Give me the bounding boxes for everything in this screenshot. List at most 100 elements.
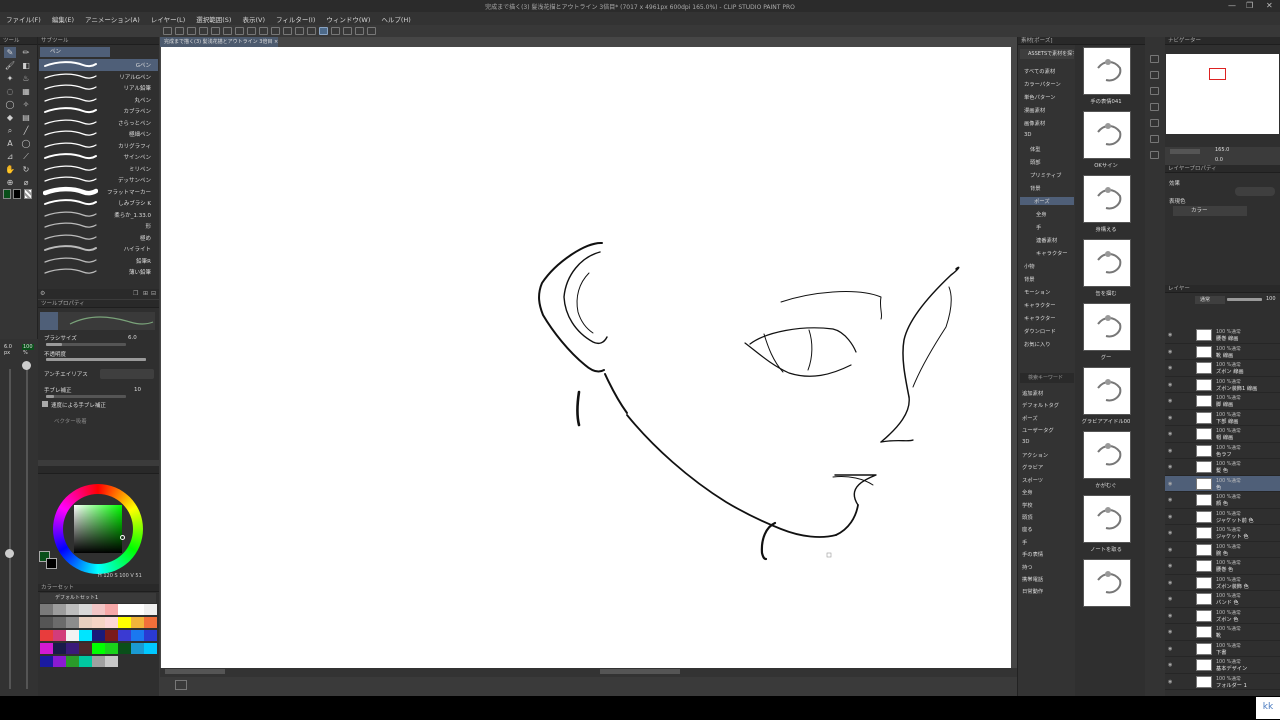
visibility-eye-icon[interactable]: ◉	[1168, 332, 1172, 338]
minimize-icon[interactable]: —	[1228, 1, 1236, 10]
color-swatch[interactable]	[79, 656, 92, 667]
material-tag[interactable]: 追加素材	[1022, 389, 1043, 397]
decoration-tool-icon[interactable]: ✦	[4, 73, 16, 84]
material-tree-item[interactable]: キャラクター	[1024, 314, 1056, 322]
opacity-slider-handle[interactable]	[22, 361, 31, 370]
brush-item[interactable]: ハイライト	[39, 243, 158, 255]
material-tree-item[interactable]: 漫画素材	[1024, 106, 1045, 114]
stabilization-value[interactable]: 10	[134, 387, 141, 393]
material-tree-item[interactable]: お気に入り	[1024, 340, 1051, 348]
brush-item[interactable]: 薄い鉛筆	[39, 266, 158, 278]
layer-row[interactable]: ◉ 100 %通常顔 色	[1165, 492, 1280, 509]
material-tag[interactable]: スポーツ	[1022, 476, 1043, 484]
visibility-eye-icon[interactable]: ◉	[1168, 365, 1172, 371]
color-swatch[interactable]	[118, 617, 131, 628]
color-swatch[interactable]	[118, 643, 131, 654]
material-tag[interactable]: 日常動作	[1022, 587, 1043, 595]
zoom-tool-icon[interactable]: ⌕	[4, 125, 16, 136]
material-tree-item[interactable]: 単色パターン	[1024, 93, 1056, 101]
brush-item[interactable]: 極め	[39, 232, 158, 244]
brush-item[interactable]: カリグラフィ	[39, 140, 158, 152]
color-swatch[interactable]	[131, 604, 144, 615]
brush-size-value[interactable]: 6.0	[128, 335, 137, 341]
menu-edit[interactable]: 編集(E)	[52, 14, 74, 24]
rotation-value[interactable]: 0.0	[1215, 157, 1223, 163]
eyedropper-tool-icon[interactable]: ⌀	[20, 177, 32, 188]
stabilization-bar[interactable]	[46, 395, 126, 398]
visibility-eye-icon[interactable]: ◉	[1168, 415, 1172, 421]
visibility-eye-icon[interactable]: ◉	[1168, 563, 1172, 569]
sub-color-swatch[interactable]	[13, 189, 21, 199]
filter-icon[interactable]	[1150, 135, 1159, 143]
visibility-eye-icon[interactable]: ◉	[1168, 596, 1172, 602]
material-tree-item[interactable]: ダウンロード	[1024, 327, 1056, 335]
new-file-icon[interactable]	[175, 27, 184, 35]
layer-row[interactable]: ◉ 100 %通常 ズボン装飾1 線画	[1165, 377, 1280, 393]
material-tree-item[interactable]: キャラクター	[1024, 301, 1056, 309]
pose-thumbnail[interactable]	[1083, 431, 1131, 479]
snap-ruler-icon[interactable]	[319, 27, 328, 35]
info-icon[interactable]	[1150, 151, 1159, 159]
paste-material-icon[interactable]	[1150, 55, 1159, 63]
color-swatch[interactable]	[40, 643, 53, 654]
figure-tool-icon[interactable]: ╱	[20, 125, 32, 136]
text-tool-icon[interactable]: A	[4, 138, 16, 149]
view-frame[interactable]	[1209, 68, 1226, 80]
zoom-slider[interactable]	[165, 669, 225, 674]
menu-help[interactable]: ヘルプ(H)	[381, 14, 410, 24]
material-tree-item[interactable]: 連番素材	[1036, 236, 1057, 244]
visibility-eye-icon[interactable]: ◉	[1168, 514, 1172, 520]
color-swatch[interactable]	[79, 617, 92, 628]
color-swatch[interactable]	[144, 617, 157, 628]
material-tree-item[interactable]: プリミティブ	[1030, 171, 1061, 179]
brush-item[interactable]: カブラペン	[39, 105, 158, 117]
pose-thumbnail[interactable]	[1083, 239, 1131, 287]
magic-wand-tool-icon[interactable]: ✧	[20, 99, 32, 110]
horizontal-scrollbar[interactable]	[600, 669, 680, 674]
layer-row[interactable]: ◉ 100 %通常帽 線画	[1165, 426, 1280, 443]
close-icon[interactable]: ✕	[1266, 1, 1273, 10]
phone-icon[interactable]	[355, 27, 364, 35]
color-swatch[interactable]	[79, 604, 92, 615]
brush-size-slider[interactable]	[9, 369, 11, 689]
color-swatch[interactable]	[144, 630, 157, 641]
material-tree-item[interactable]: 背景	[1024, 275, 1035, 283]
balloon-tool-icon[interactable]: ◯	[20, 138, 32, 149]
brush-item[interactable]: しみブラシ K	[39, 197, 158, 209]
color-swatch[interactable]	[118, 604, 131, 615]
selection-tool-icon[interactable]: ◯	[4, 99, 16, 110]
layer-row[interactable]: ◉ 100 %通常靴	[1165, 624, 1280, 641]
color-swatch[interactable]	[131, 643, 144, 654]
brush-item[interactable]: 丸ペン	[39, 94, 158, 106]
brush-item[interactable]: 柔らか_1.33.0	[39, 209, 158, 221]
color-picker-cursor[interactable]	[120, 535, 125, 540]
layer-opacity-bar[interactable]	[1227, 298, 1262, 301]
redo-icon[interactable]	[235, 27, 244, 35]
keyword-search-input[interactable]: 検索キーワード	[1020, 373, 1074, 383]
material-tag[interactable]: 座る	[1022, 525, 1033, 533]
visibility-eye-icon[interactable]: ◉	[1168, 481, 1172, 487]
brush-size-slider-handle[interactable]	[5, 549, 14, 558]
visibility-eye-icon[interactable]: ◉	[1168, 398, 1172, 404]
zoom-thumb-icon[interactable]	[1150, 103, 1159, 111]
material-tag[interactable]: ポーズ	[1022, 414, 1038, 422]
layer-row[interactable]: ◉ 100 %通常 バンド 色	[1165, 591, 1280, 608]
color-swatch[interactable]	[53, 630, 66, 641]
menu-file[interactable]: ファイル(F)	[6, 14, 41, 24]
layer-row[interactable]: ◉ 100 %通常 基本デザイン	[1165, 657, 1280, 674]
pencil-tool-icon[interactable]: ✏	[20, 47, 32, 58]
layer-row[interactable]: ◉ 100 %通常 下部 線画	[1165, 410, 1280, 426]
color-swatch[interactable]	[66, 656, 79, 667]
color-swatch[interactable]	[92, 630, 105, 641]
visibility-eye-icon[interactable]: ◉	[1168, 613, 1172, 619]
home-icon[interactable]	[163, 27, 172, 35]
subtool-settings-icon[interactable]: ⚙	[40, 290, 45, 297]
view-thumb-icon[interactable]	[1150, 87, 1159, 95]
material-tree-item[interactable]: 全身	[1036, 210, 1047, 218]
gradient-tool-icon[interactable]: ▤	[20, 112, 32, 123]
zoom-bar[interactable]	[1170, 149, 1200, 154]
material-tag[interactable]: デフォルトタグ	[1022, 401, 1059, 409]
brush-item[interactable]: デッサンペン	[39, 174, 158, 186]
material-tag[interactable]: 頭頂	[1022, 513, 1033, 521]
layer-row[interactable]: ◉ 100 %通常脚 線画	[1165, 393, 1280, 410]
